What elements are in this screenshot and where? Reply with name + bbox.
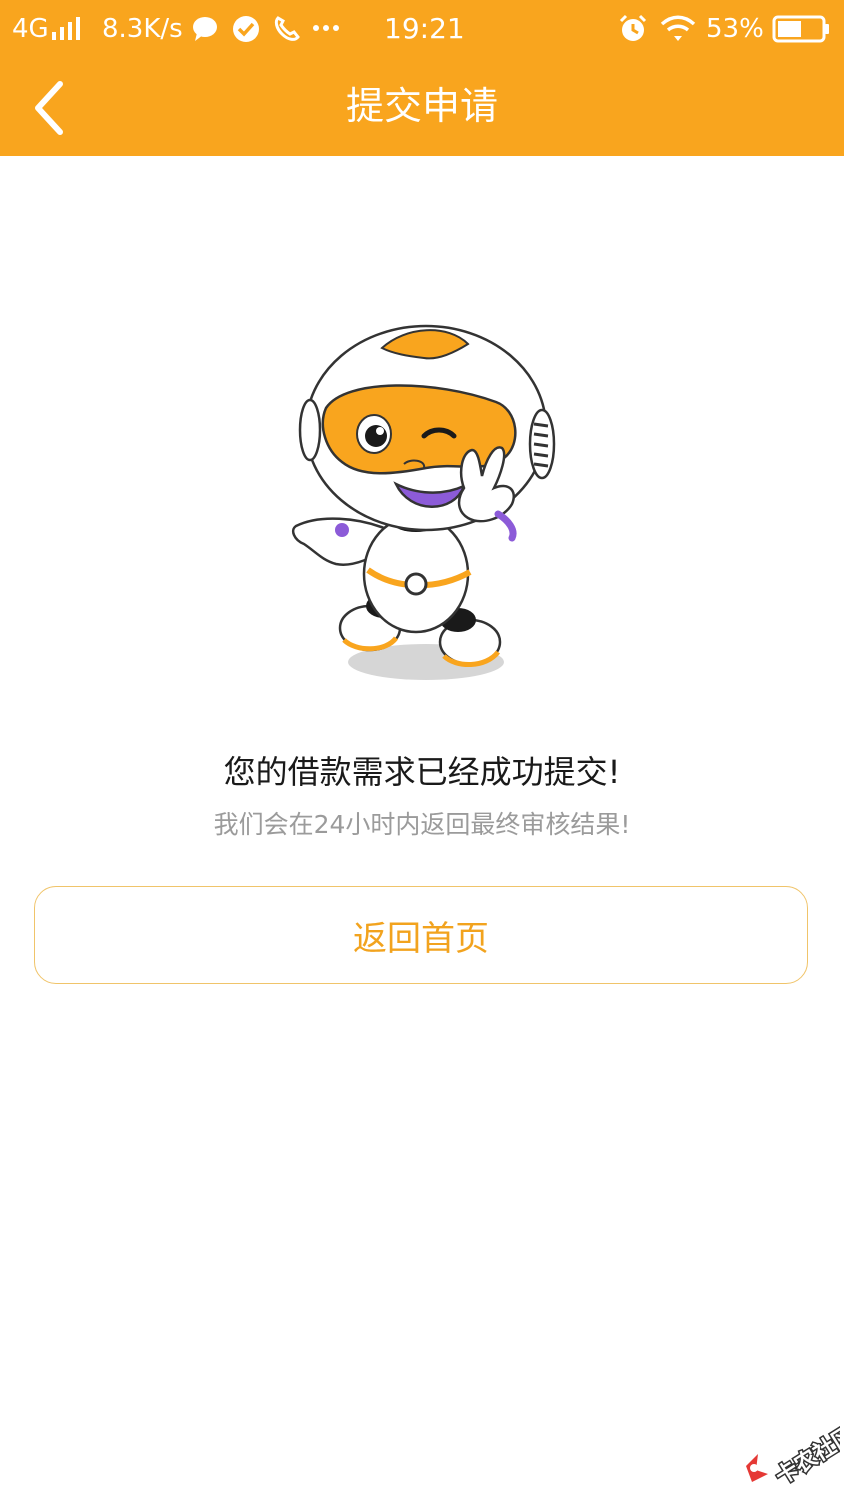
back-to-home-label: 返回首页 — [353, 918, 489, 959]
app-header: 4G 8.3K/s 19:21 53% 提交申请 — [0, 0, 844, 156]
check-circle-icon — [233, 16, 259, 42]
watermark-text: 卡农社区 — [771, 1421, 840, 1488]
network-speed: 8.3K/s — [102, 14, 183, 44]
chat-icon — [193, 17, 217, 41]
phone-icon — [274, 16, 300, 41]
status-bar: 4G 8.3K/s 19:21 53% — [0, 0, 844, 58]
wifi-icon — [660, 15, 696, 41]
battery-percent: 53% — [706, 14, 764, 44]
alarm-icon — [619, 14, 647, 41]
success-message: 您的借款需求已经成功提交! — [223, 753, 621, 791]
review-notice: 我们会在24小时内返回最终审核结果! — [213, 810, 631, 839]
back-to-home-button[interactable]: 返回首页 — [34, 886, 808, 984]
robot-mascot-illustration — [292, 324, 556, 680]
clock: 19:21 — [384, 12, 465, 45]
battery-icon — [772, 15, 829, 43]
more-dots-icon — [313, 25, 339, 31]
network-type: 4G — [12, 14, 49, 44]
signal-icon — [52, 17, 80, 40]
kanong-watermark-logo: 卡农社区 — [746, 1420, 840, 1488]
page-title: 提交申请 — [345, 84, 498, 128]
